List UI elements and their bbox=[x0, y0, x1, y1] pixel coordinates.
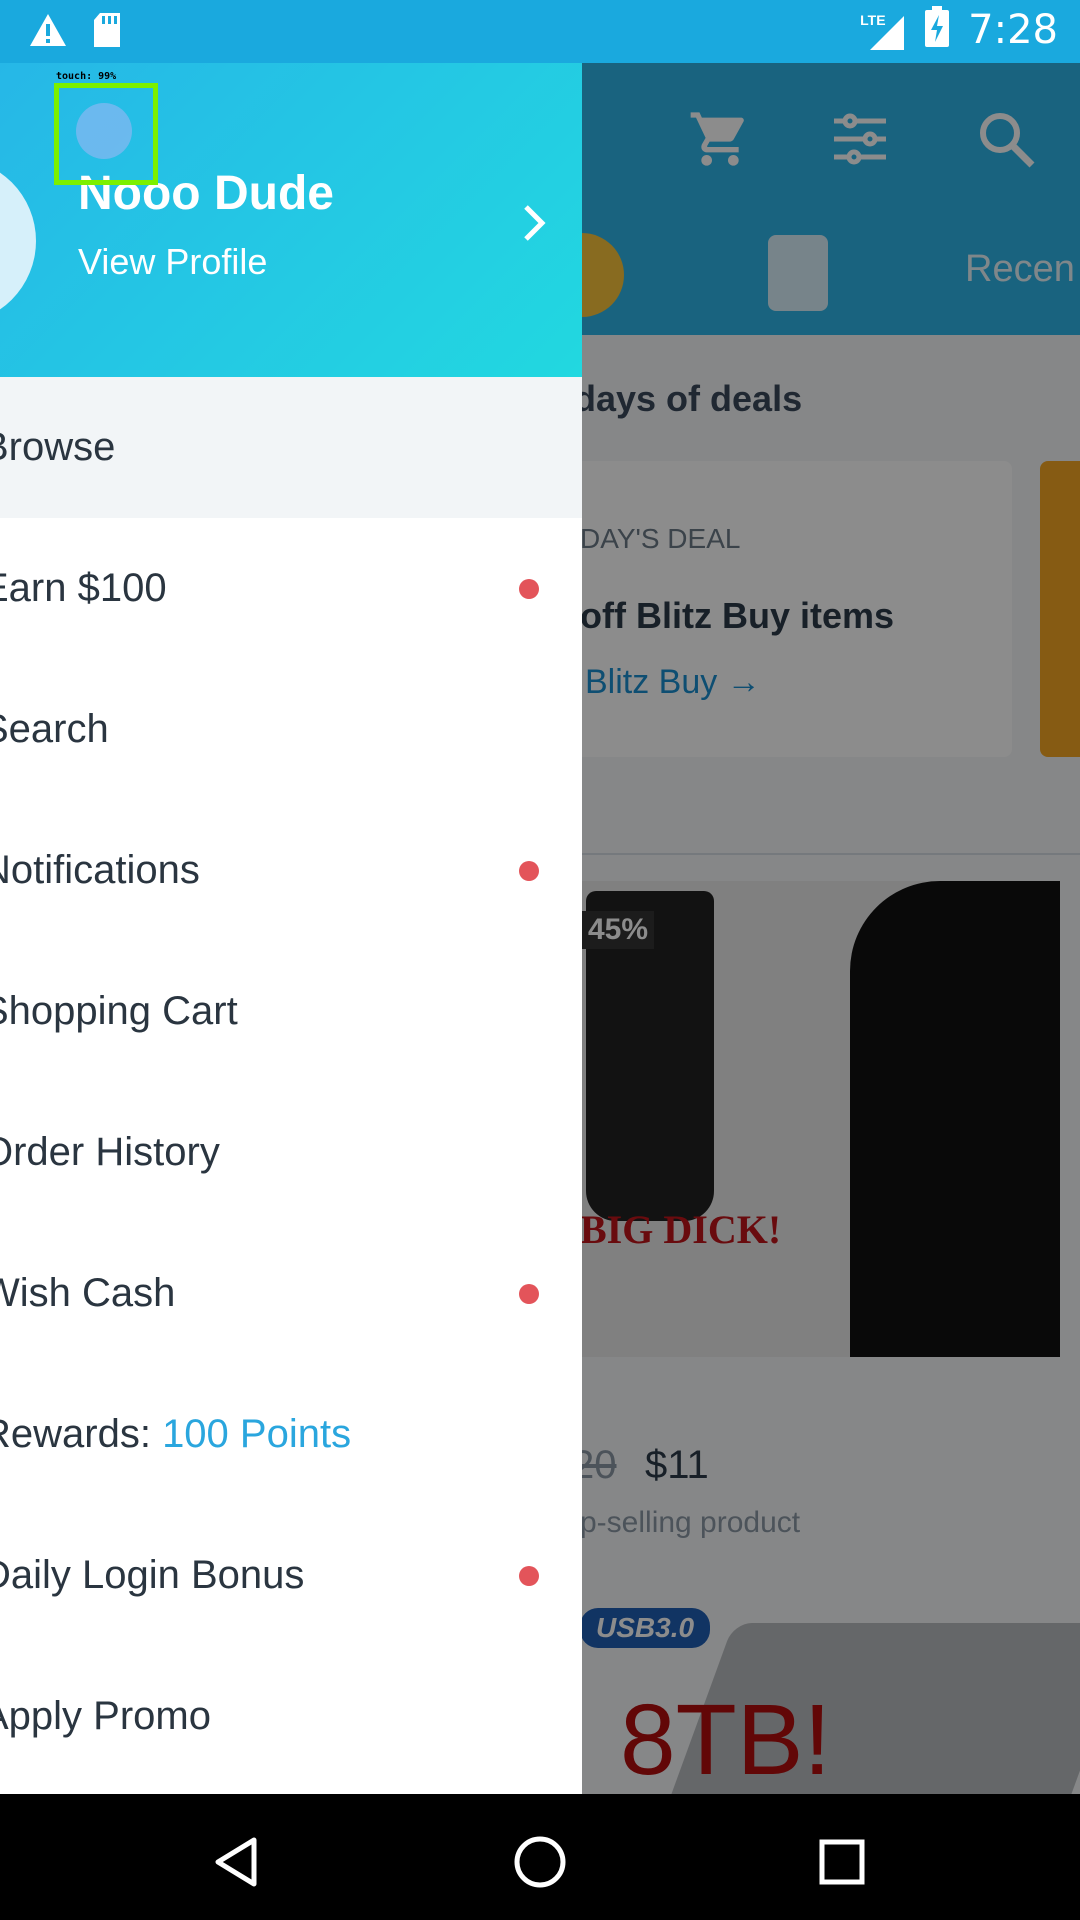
system-nav-bar bbox=[0, 1794, 1080, 1920]
menu-item-label: Earn $100 bbox=[0, 566, 167, 610]
menu-item-label: Search bbox=[0, 707, 109, 751]
back-icon[interactable] bbox=[206, 1832, 266, 1892]
rewards-label: Rewards: bbox=[0, 1412, 163, 1456]
menu-item-label: Notifications bbox=[0, 848, 200, 892]
notification-dot bbox=[519, 578, 539, 599]
menu-item-label: Shopping Cart bbox=[0, 989, 238, 1033]
menu-item-label: Apply Promo bbox=[0, 1694, 211, 1738]
menu-item-search[interactable]: Search bbox=[0, 659, 582, 800]
notification-dot bbox=[519, 860, 539, 881]
clock: 7:28 bbox=[968, 6, 1058, 53]
profile-header[interactable]: touch: 99% Nooo Dude View Profile bbox=[0, 63, 582, 377]
view-profile-link[interactable]: View Profile bbox=[78, 241, 267, 283]
menu-item-rewards[interactable]: Rewards: 100 Points bbox=[0, 1364, 582, 1505]
menu-item-shopping-cart[interactable]: Shopping Cart bbox=[0, 941, 582, 1082]
chevron-right-icon[interactable] bbox=[514, 193, 554, 253]
menu-item-label: Browse bbox=[0, 425, 116, 469]
recents-icon[interactable] bbox=[812, 1832, 872, 1892]
menu-item-wish-cash[interactable]: Wish Cash bbox=[0, 1223, 582, 1364]
touch-overlay-label: touch: 99% bbox=[56, 71, 117, 82]
touch-highlight-box bbox=[54, 83, 158, 185]
battery-charging-icon bbox=[924, 6, 950, 53]
notification-dot bbox=[519, 1283, 539, 1304]
navigation-drawer: touch: 99% Nooo Dude View Profile Browse… bbox=[0, 63, 582, 1794]
home-icon[interactable] bbox=[510, 1832, 570, 1892]
menu-item-order-history[interactable]: Order History bbox=[0, 1082, 582, 1223]
menu-item-label: Wish Cash bbox=[0, 1271, 176, 1315]
notification-dot bbox=[519, 1565, 539, 1586]
menu-item-daily-login-bonus[interactable]: Daily Login Bonus bbox=[0, 1505, 582, 1646]
avatar[interactable] bbox=[0, 158, 36, 324]
status-bar: LTE 7:28 bbox=[0, 0, 1080, 63]
menu-item-label: Rewards: 100 Points bbox=[0, 1412, 351, 1457]
warning-icon bbox=[28, 12, 68, 53]
menu-item-label: Daily Login Bonus bbox=[0, 1553, 305, 1597]
menu-item-earn[interactable]: Earn $100 bbox=[0, 518, 582, 659]
menu-item-label: Order History bbox=[0, 1130, 220, 1174]
signal-icon: LTE bbox=[860, 8, 906, 52]
menu-item-notifications[interactable]: Notifications bbox=[0, 800, 582, 941]
menu-item-apply-promo[interactable]: Apply Promo bbox=[0, 1646, 582, 1787]
sd-card-icon bbox=[92, 12, 122, 53]
rewards-points: 100 Points bbox=[162, 1412, 352, 1456]
menu-item-browse[interactable]: Browse bbox=[0, 377, 582, 518]
drawer-menu: Browse Earn $100 Search Notifications Sh… bbox=[0, 377, 582, 1787]
